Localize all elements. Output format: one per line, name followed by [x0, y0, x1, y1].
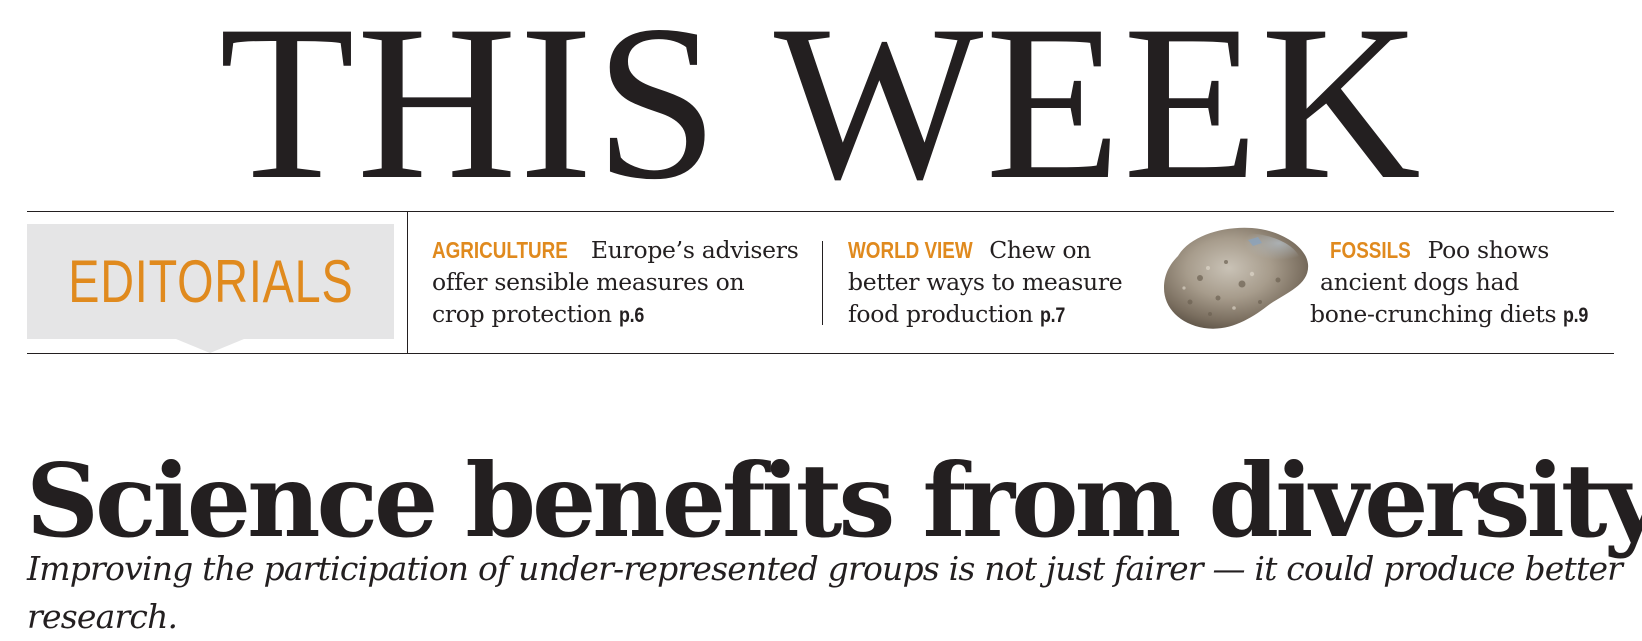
section-label: EDITORIALS: [67, 248, 354, 315]
teaser-text: crop protection: [432, 300, 612, 328]
article-standfirst: Improving the participation of under-rep…: [27, 549, 1623, 636]
page-reference: p.7: [1040, 304, 1066, 327]
story-divider: [822, 241, 823, 325]
teaser-kicker: WORLD VIEW: [848, 237, 973, 263]
tab-divider: [407, 211, 408, 353]
teaser-agriculture[interactable]: AGRICULTURE Europe’s advisers offer sens…: [432, 234, 799, 332]
bottom-rule: [27, 353, 1614, 354]
teaser-line: AGRICULTURE Europe’s advisers: [432, 234, 799, 266]
teaser-text: Poo shows: [1427, 236, 1550, 264]
teaser-line: better ways to measure: [848, 268, 1123, 296]
teaser-line: crop protection p.6: [432, 298, 798, 332]
top-rule: [27, 211, 1614, 212]
section-tab-pointer: [176, 339, 244, 353]
section-tab[interactable]: EDITORIALS: [27, 224, 394, 339]
teaser-line: WORLD VIEW Chew on: [848, 234, 1122, 266]
teaser-kicker: AGRICULTURE: [432, 237, 568, 263]
teaser-fossils[interactable]: FOSSILS Poo shows ancient dogs had bone-…: [1310, 234, 1593, 332]
page-reference: p.6: [618, 304, 644, 327]
teaser-text: Chew on: [989, 236, 1092, 264]
teaser-line: food production p.7: [848, 298, 1122, 332]
teaser-text: bone-crunching diets: [1310, 300, 1557, 328]
fossil-coprolite-image[interactable]: [1160, 218, 1312, 336]
teaser-line: bone-crunching diets p.9: [1310, 298, 1593, 332]
teaser-text: food production: [848, 300, 1034, 328]
masthead-title: THIS WEEK: [219, 0, 1423, 226]
article-headline: Science benefits from diversity: [26, 440, 1642, 560]
teaser-line: FOSSILS Poo shows: [1310, 234, 1593, 266]
teaser-line: ancient dogs had: [1320, 268, 1519, 296]
teaser-world-view[interactable]: WORLD VIEW Chew on better ways to measur…: [848, 234, 1123, 332]
page-reference: p.9: [1563, 304, 1589, 327]
teaser-line: offer sensible measures on: [432, 268, 745, 296]
teaser-text: Europe’s advisers: [590, 236, 799, 264]
teaser-kicker: FOSSILS: [1330, 237, 1411, 263]
